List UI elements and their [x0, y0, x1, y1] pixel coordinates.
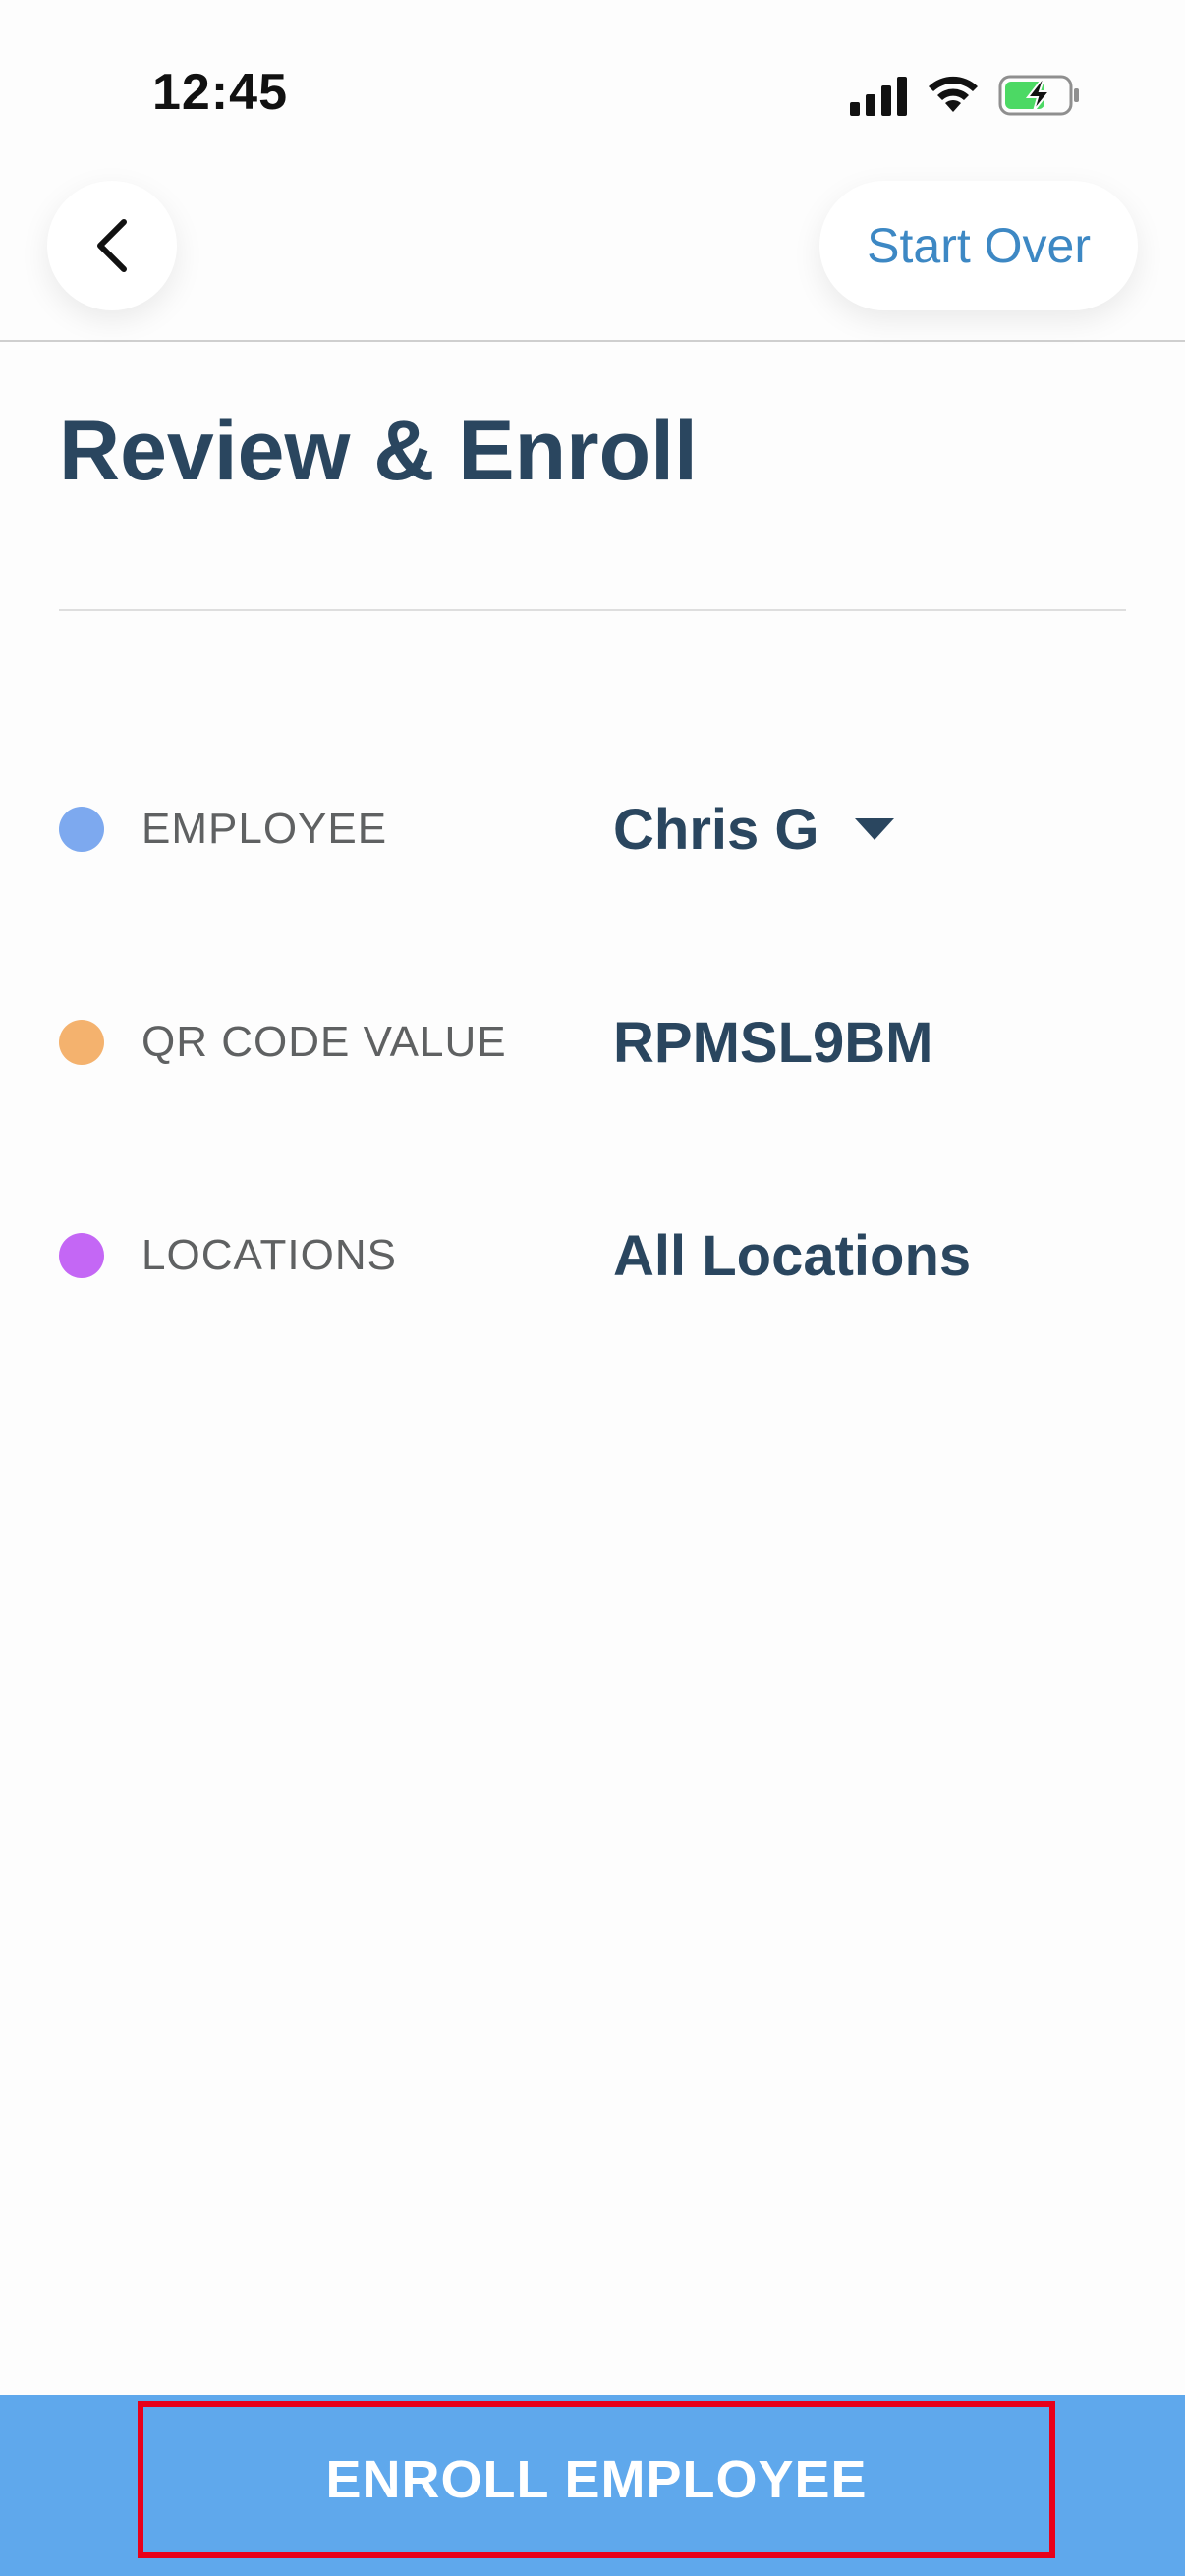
status-bar: 12:45: [0, 0, 1185, 177]
wifi-icon: [929, 76, 978, 112]
divider: [59, 609, 1126, 611]
employee-value: Chris G: [613, 797, 819, 862]
qr-code-value: RPMSL9BM: [613, 1010, 933, 1075]
employee-dot: [59, 807, 104, 852]
start-over-button[interactable]: Start Over: [819, 181, 1138, 310]
page-title: Review & Enroll: [59, 404, 698, 498]
qr-code-label: QR CODE VALUE: [141, 1018, 507, 1066]
enroll-employee-button[interactable]: ENROLL EMPLOYEE: [138, 2401, 1055, 2558]
employee-dropdown[interactable]: Chris G: [613, 797, 894, 863]
employee-label: EMPLOYEE: [141, 805, 388, 853]
employee-row: EMPLOYEE Chris G: [59, 790, 1126, 868]
caret-down-icon: [854, 818, 894, 840]
qr-code-row: QR CODE VALUE RPMSL9BM: [59, 1003, 1126, 1082]
signal-icon: [850, 77, 907, 116]
chevron-left-icon: [97, 219, 127, 272]
nav-header: Start Over: [0, 177, 1185, 342]
qr-code-dot: [59, 1020, 104, 1065]
locations-dot: [59, 1233, 104, 1278]
locations-value: All Locations: [613, 1223, 972, 1288]
battery-charging-icon: [998, 75, 1079, 116]
bottom-action-bar: ENROLL EMPLOYEE: [0, 2395, 1185, 2576]
locations-row: LOCATIONS All Locations: [59, 1216, 1126, 1295]
back-button[interactable]: [47, 181, 177, 310]
status-time: 12:45: [152, 64, 288, 121]
locations-label: LOCATIONS: [141, 1231, 398, 1279]
review-enroll-screen: 12:45 Start Over Review & Enroll EMPLOYE…: [0, 0, 1185, 2576]
